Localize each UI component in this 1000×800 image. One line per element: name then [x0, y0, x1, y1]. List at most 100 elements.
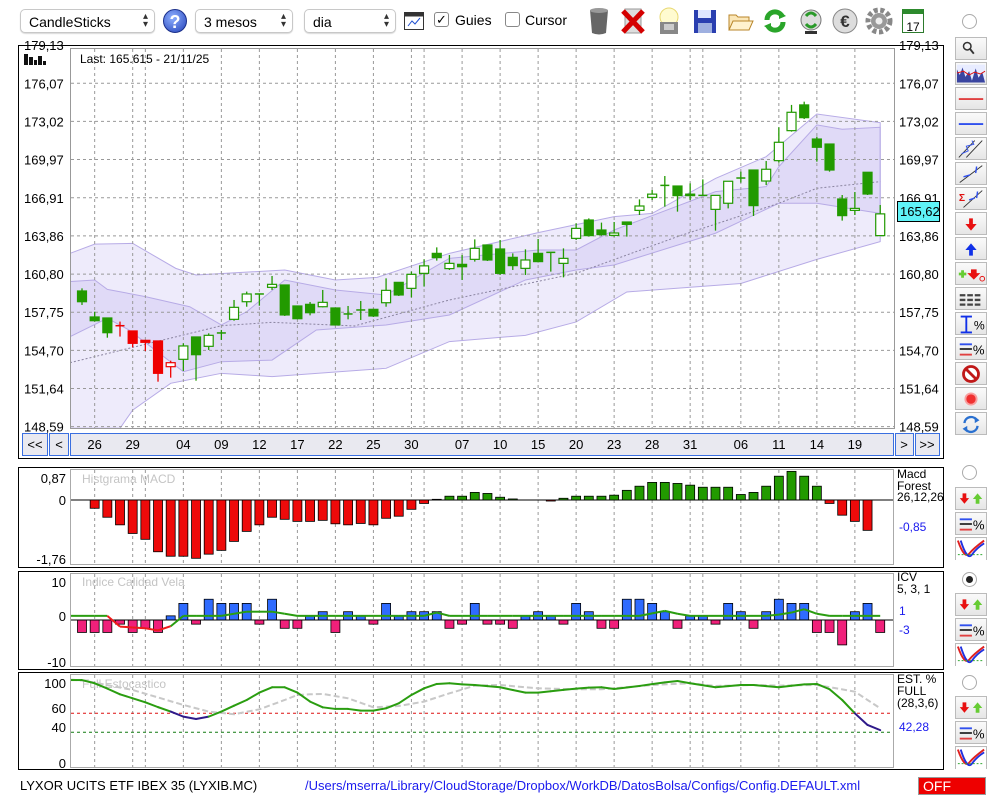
candle-20	[330, 307, 341, 326]
svg-text:%: %	[973, 726, 985, 741]
macd-bar	[355, 499, 366, 524]
icv-bar	[647, 603, 658, 621]
macd-bar	[748, 492, 759, 501]
candle-body	[76, 290, 88, 303]
tool-lines-percent-button[interactable]: %	[955, 337, 987, 360]
icv-y-tick: 0	[59, 609, 66, 624]
icv-bar	[165, 615, 176, 621]
status-toggle[interactable]: OFF	[918, 777, 986, 795]
icv-lines-percent-button[interactable]: %	[955, 618, 987, 641]
candle-62	[862, 171, 873, 196]
macd-lines-percent-button[interactable]: %	[955, 512, 987, 535]
macd-bar	[115, 499, 125, 526]
last-price-label: Last: 165.615 - 21/11/25	[80, 52, 210, 66]
macd-bar	[216, 499, 227, 551]
chart-canvas[interactable]: Last: 165.615 - 21/11/25 179,13 179,13176…	[0, 0, 1000, 800]
macd-curve-button[interactable]	[955, 537, 987, 560]
macd-bar	[761, 485, 772, 501]
candle-body	[266, 283, 278, 288]
signals-icon	[959, 492, 983, 504]
candle-body	[685, 193, 696, 197]
stoch-curve-button[interactable]	[955, 746, 987, 769]
y-tick-label-right: 154,70	[899, 343, 939, 358]
stoch-lines-percent-button[interactable]: %	[955, 721, 987, 744]
icv-bar	[229, 603, 239, 621]
tool-dashed-lines-button[interactable]	[955, 287, 987, 310]
candle-body	[520, 259, 531, 269]
nav-last-button[interactable]: >>	[915, 433, 940, 456]
icv-bar	[457, 619, 468, 625]
lines-percent-icon: %	[959, 623, 985, 638]
y-tick-label-left: 169,97	[24, 153, 64, 168]
candle-59	[824, 143, 835, 172]
macd-bar	[241, 499, 252, 532]
stoch-y-tick: 40	[52, 720, 66, 735]
y-tick-label-right: 179,13	[899, 38, 939, 53]
config-path-link[interactable]: /Users/mserra/Library/CloudStorage/Dropb…	[305, 778, 860, 793]
macd-bar	[571, 495, 582, 501]
tool-zoom-button[interactable]	[955, 37, 987, 60]
macd-bar	[191, 499, 201, 559]
macd-bar	[697, 486, 708, 501]
icv-bar	[571, 603, 582, 621]
icv-signals-button[interactable]	[955, 593, 987, 616]
macd-bar	[659, 482, 670, 501]
macd-bar	[596, 495, 607, 501]
tool-channel-button[interactable]	[955, 137, 987, 160]
stoch-y-tick: 60	[52, 701, 66, 716]
tool-trend-line-button[interactable]	[955, 162, 987, 185]
candle-32	[482, 244, 493, 261]
date-tick-label: 26	[87, 437, 101, 452]
stoch-panel-radio[interactable]	[962, 675, 977, 690]
nav-last-label: >>	[919, 437, 934, 452]
macd-bar	[786, 470, 797, 501]
macd-bar	[330, 499, 341, 525]
tool-volume-chart-button[interactable]	[955, 62, 987, 85]
date-scrollbar[interactable]	[70, 433, 894, 456]
macd-bar	[317, 499, 328, 521]
macd-bar	[609, 494, 620, 501]
sum-trend-line-icon: Σ	[959, 189, 983, 208]
date-tick-label: 14	[810, 437, 824, 452]
stoch-k-segment	[765, 685, 780, 689]
tool-range-percent-button[interactable]: %	[955, 312, 987, 335]
icv-curve-button[interactable]	[955, 643, 987, 666]
macd-bar	[444, 495, 455, 501]
tool-add-signal-button[interactable]	[955, 262, 987, 285]
icv-bar	[596, 619, 607, 629]
candle-body	[507, 256, 518, 267]
nav-first-button[interactable]: <<	[22, 433, 48, 456]
price-tag-value: 165,62	[900, 204, 940, 219]
icv-panel-radio[interactable]	[962, 572, 977, 587]
date-tick-label: 29	[125, 437, 139, 452]
stoch-current-value: 42,28	[899, 720, 929, 734]
candle-body	[241, 293, 252, 303]
tool-sum-trend-line-button[interactable]: Σ	[955, 187, 987, 210]
macd-bar	[431, 498, 442, 501]
candle-23	[368, 308, 379, 317]
macd-bar	[723, 486, 734, 501]
stoch-signals-button[interactable]	[955, 696, 987, 719]
macd-panel-radio[interactable]	[962, 465, 977, 480]
tool-blue-horizontal-line-button[interactable]	[955, 112, 987, 135]
macd-bar	[343, 499, 353, 526]
tool-no-entry-button[interactable]	[955, 362, 987, 385]
macd-bar	[545, 499, 556, 502]
dashed-lines-icon	[959, 293, 983, 306]
candle-body	[292, 305, 303, 320]
signals-icon	[959, 598, 983, 610]
lines-percent-icon: %	[959, 726, 985, 741]
tool-refresh-button[interactable]	[955, 412, 987, 435]
nav-next-button[interactable]: >	[895, 433, 914, 456]
tool-red-horizontal-line-button[interactable]	[955, 87, 987, 110]
tool-buy-arrow-button[interactable]	[955, 237, 987, 260]
lines-percent-icon: %	[959, 517, 985, 532]
tool-sell-arrow-button[interactable]	[955, 212, 987, 235]
svg-text:%: %	[974, 318, 985, 332]
icv-title: Indice Calidad Vela	[82, 575, 185, 589]
macd-signals-button[interactable]	[955, 487, 987, 510]
nav-prev-button[interactable]: <	[49, 433, 69, 456]
tool-record-button[interactable]	[955, 387, 987, 410]
candle-body	[862, 171, 873, 195]
icv-line-value: 1	[899, 604, 906, 618]
